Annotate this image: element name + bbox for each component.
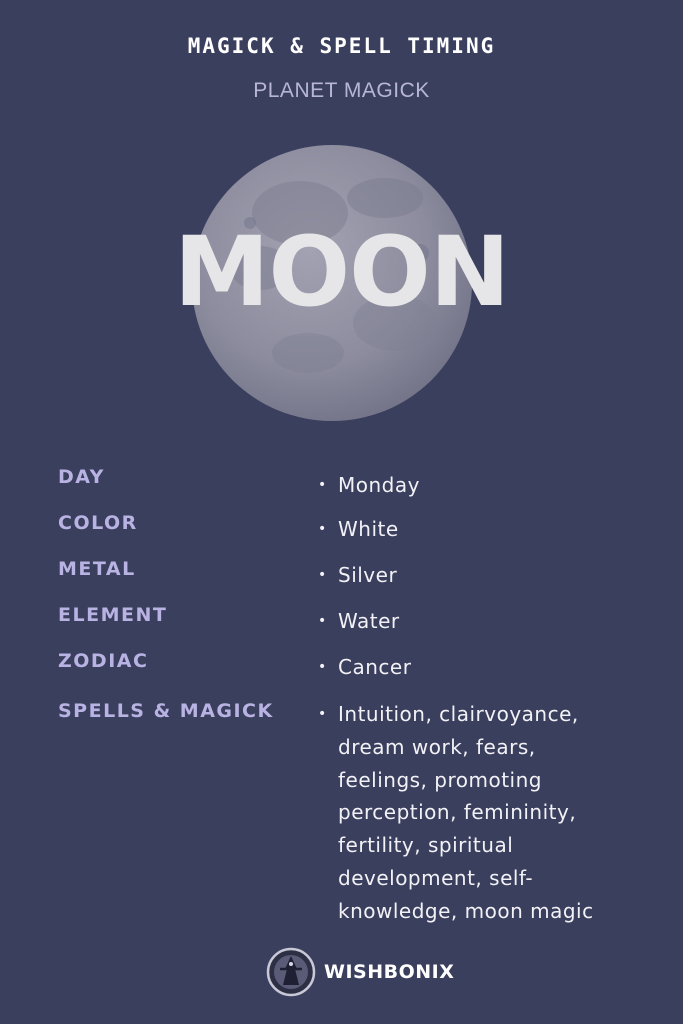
bullet: •	[318, 659, 327, 675]
value-zodiac-text: Cancer	[338, 655, 412, 679]
subtitle: PLANET MAGICK	[253, 79, 430, 102]
label-element: ELEMENT	[58, 604, 168, 626]
value-spells: • Intuition, clairvoyance, dream work, f…	[318, 698, 618, 928]
label-zodiac: ZODIAC	[58, 650, 149, 672]
value-day-text: Monday	[338, 473, 420, 497]
label-spells: SPELLS & MAGICK	[58, 700, 274, 722]
brand-footer[interactable]: WISHBONIX	[266, 946, 454, 998]
label-day: DAY	[58, 466, 105, 488]
bullet: •	[318, 613, 327, 629]
planet-title: MOON	[173, 216, 510, 328]
bullet: •	[318, 567, 327, 583]
value-color: • White	[318, 513, 399, 546]
value-day: • Monday	[318, 469, 420, 502]
value-element: • Water	[318, 605, 400, 638]
kicker-title: MAGICK & SPELL TIMING	[187, 34, 496, 58]
bullet: •	[318, 477, 327, 493]
value-metal-text: Silver	[338, 563, 398, 587]
brand-name: WISHBONIX	[324, 961, 455, 983]
value-color-text: White	[338, 517, 399, 541]
value-metal: • Silver	[318, 559, 397, 592]
value-spells-text: Intuition, clairvoyance, dream work, fea…	[338, 702, 594, 923]
label-color: COLOR	[58, 512, 138, 534]
witch-logo-icon	[266, 947, 316, 997]
bullet: •	[318, 706, 327, 722]
value-zodiac: • Cancer	[318, 651, 411, 684]
bullet: •	[318, 521, 327, 537]
value-element-text: Water	[338, 609, 400, 633]
label-metal: METAL	[58, 558, 136, 580]
